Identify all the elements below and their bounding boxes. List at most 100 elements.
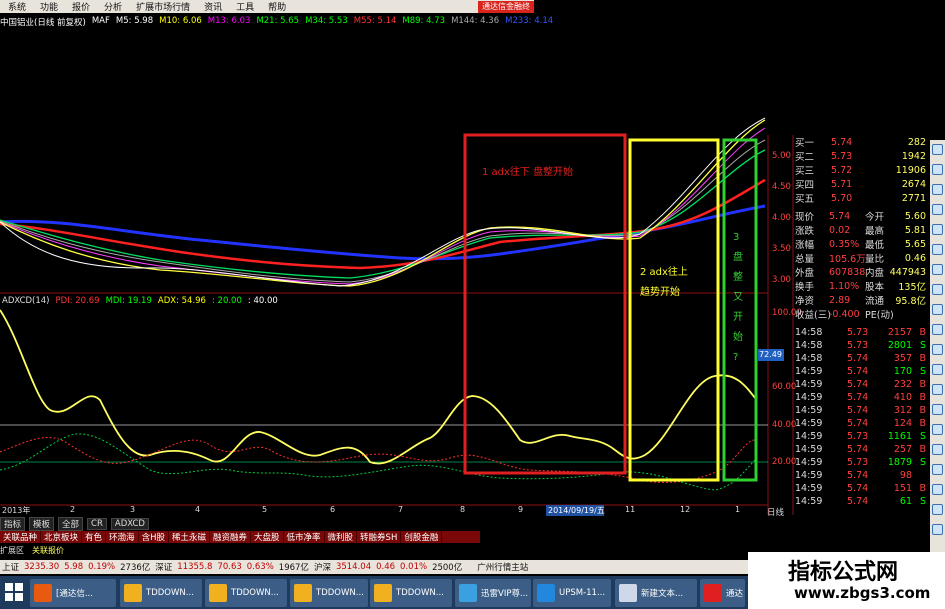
- windows-start-icon[interactable]: [4, 582, 24, 602]
- stat-label: 今开: [865, 212, 885, 223]
- stat-value: 2.89: [829, 294, 851, 306]
- quote-panel: 买一 5.74 282 买二 5.73 1942 买三 5.72 11906 买四 5.71 2674…: [795, 135, 930, 507]
- watermark-logo: 指标公式网 www.zbgs3.com: [748, 552, 945, 609]
- order-volume: 2674: [901, 178, 926, 190]
- date-axis-label: 6: [330, 505, 336, 514]
- taskbar-item[interactable]: 迅雷VIP尊...: [455, 579, 531, 607]
- toolbar-icon[interactable]: [932, 524, 943, 535]
- toolbar-icon[interactable]: [932, 264, 943, 275]
- taskbar-item[interactable]: TDDOWN...: [370, 579, 452, 607]
- sector-tab[interactable]: 北京板块: [41, 531, 83, 543]
- toolbar-icon[interactable]: [932, 444, 943, 455]
- toolbar-icon[interactable]: [932, 504, 943, 515]
- tick-price: 5.73: [847, 456, 869, 468]
- indicator-header: ADXCD(14) PDI: 20.69 MDI: 19.19 ADX: 54.96:…: [2, 296, 302, 308]
- indicator-tab[interactable]: 模板: [29, 517, 55, 531]
- taskbar-item[interactable]: TDDOWN...: [290, 579, 368, 607]
- tick-side: S: [919, 430, 926, 442]
- indicator-tab[interactable]: CR: [87, 518, 107, 530]
- index-percent: 0.63%: [246, 562, 274, 572]
- stat-label: 净资: [795, 296, 815, 307]
- annotation-yellow-text-1: 2 adx往上: [640, 267, 688, 278]
- sector-tab[interactable]: 大盘股: [251, 531, 284, 543]
- tick-volume: 61: [899, 495, 912, 507]
- toolbar-icon[interactable]: [932, 284, 943, 295]
- sector-tab[interactable]: 转融券SH: [357, 531, 402, 543]
- ma34-line: [0, 149, 766, 279]
- tick-side: B: [919, 443, 926, 455]
- indicator-tab[interactable]: 全部: [58, 517, 84, 531]
- toolbar-icon[interactable]: [932, 224, 943, 235]
- stat-label: 总量: [795, 254, 815, 265]
- index-name[interactable]: 沪深: [314, 561, 331, 573]
- tick-row: 14:59 5.74 124 B: [795, 416, 930, 430]
- order-book-row: 买三 5.72 11906: [795, 163, 930, 178]
- date-axis-label: 3: [130, 505, 136, 514]
- taskbar-item-label: TDDOWN...: [316, 588, 364, 598]
- taskbar-item[interactable]: UPSM-11...: [533, 579, 611, 607]
- sector-tab[interactable]: 有色: [82, 531, 107, 543]
- tick-row: 14:59 5.74 232 B: [795, 377, 930, 391]
- toolbar-icon[interactable]: [932, 424, 943, 435]
- sector-tab[interactable]: 微利股: [325, 531, 358, 543]
- toolbar-icon[interactable]: [932, 164, 943, 175]
- toolbar-icon[interactable]: [932, 364, 943, 375]
- taskbar-item[interactable]: [通达信...: [30, 579, 116, 607]
- tick-volume: 151: [893, 482, 912, 494]
- tick-row: 14:59 5.74 257 B: [795, 442, 930, 456]
- taskbar-item[interactable]: 新建文本...: [615, 579, 697, 607]
- toolbar-icon[interactable]: [932, 244, 943, 255]
- toolbar-icon[interactable]: [932, 204, 943, 215]
- toolbar-icon[interactable]: [932, 484, 943, 495]
- sector-tab[interactable]: 含H股: [139, 531, 169, 543]
- taskbar-item[interactable]: 通达: [700, 579, 745, 607]
- date-axis-label: 4: [195, 505, 201, 514]
- extension-tab[interactable]: 关联报价: [32, 545, 64, 556]
- tick-row: 14:59 5.74 98: [795, 468, 930, 482]
- period-label[interactable]: 日线: [767, 506, 784, 518]
- taskbar-app-icon: [537, 584, 555, 602]
- sector-tab[interactable]: 关联品种: [0, 531, 42, 543]
- order-price: 5.70: [831, 192, 853, 204]
- stat-value: 0.02: [829, 224, 851, 236]
- tick-time: 14:59: [795, 391, 823, 403]
- indicator-tab[interactable]: 指标: [0, 517, 26, 531]
- tick-time: 14:59: [795, 365, 823, 377]
- taskbar-item[interactable]: TDDOWN...: [205, 579, 287, 607]
- extension-tab[interactable]: 扩展区: [0, 545, 24, 556]
- toolbar-icon[interactable]: [932, 324, 943, 335]
- sector-tab[interactable]: 创股金融: [401, 531, 443, 543]
- sector-tab[interactable]: 稀土永磁: [169, 531, 210, 543]
- index-percent: 0.01%: [400, 562, 428, 572]
- toolbar-icon[interactable]: [932, 344, 943, 355]
- tick-row: 14:59 5.73 1879 S: [795, 455, 930, 469]
- taskbar-item[interactable]: TDDOWN...: [120, 579, 202, 607]
- tick-side: S: [919, 456, 926, 468]
- indicator-value: MDI: 19.19: [105, 296, 152, 306]
- stat-value: -0.400: [829, 308, 860, 320]
- stat-label: 股本: [865, 282, 885, 293]
- sector-tab[interactable]: 低市净率: [284, 531, 325, 543]
- index-name[interactable]: 上证: [2, 561, 19, 573]
- index-value: 11355.8: [177, 562, 213, 572]
- sector-tab[interactable]: 环渤海: [106, 531, 139, 543]
- stat-value: 0.46: [904, 252, 926, 264]
- stat-value: 5.74: [829, 210, 851, 222]
- toolbar-icon[interactable]: [932, 304, 943, 315]
- sector-tab[interactable]: 融资融券: [210, 531, 251, 543]
- indicator-axis-label: 60.00: [772, 382, 797, 392]
- indicator-tab[interactable]: ADXCD: [110, 518, 149, 530]
- date-axis-label: 2: [70, 505, 76, 514]
- date-axis-label: 12: [680, 505, 691, 514]
- indicator-value: : 40.00: [247, 296, 278, 306]
- toolbar-icon[interactable]: [932, 404, 943, 415]
- toolbar-icon[interactable]: [932, 144, 943, 155]
- index-name[interactable]: 深证: [155, 561, 172, 573]
- toolbar-icon[interactable]: [932, 184, 943, 195]
- stat-label: 现价: [795, 212, 815, 223]
- tick-volume: 170: [893, 365, 912, 377]
- toolbar-icon[interactable]: [932, 384, 943, 395]
- stats-row: 现价 5.74 今开 5.60: [795, 209, 930, 224]
- toolbar-icon[interactable]: [932, 464, 943, 475]
- order-volume: 282: [907, 136, 926, 148]
